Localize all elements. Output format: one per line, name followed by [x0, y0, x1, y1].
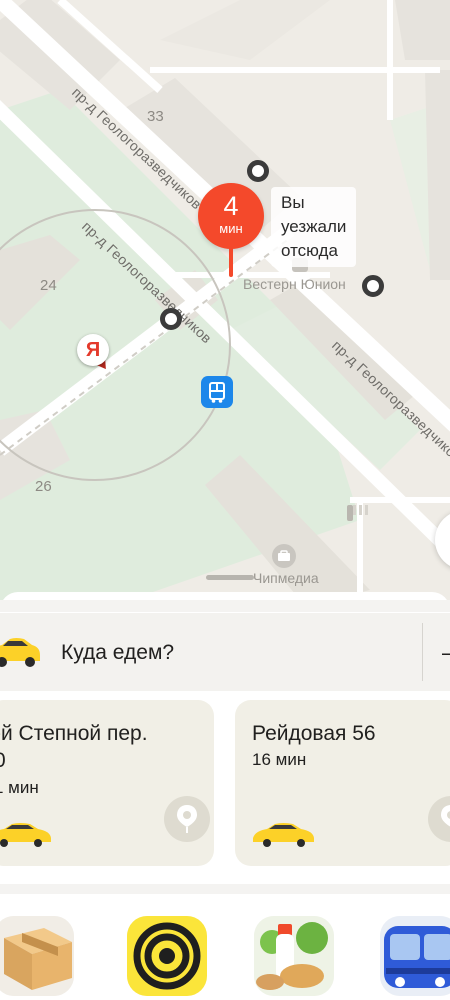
- delivery-box-icon: [0, 916, 74, 996]
- bus-icon: [380, 916, 450, 996]
- eta-pin[interactable]: 4 мин: [198, 183, 264, 279]
- taxi-car-icon: [0, 638, 40, 667]
- where-to-extra[interactable]: —: [442, 640, 450, 666]
- building-number: 24: [40, 277, 57, 294]
- where-to-divider: [422, 623, 423, 681]
- yandex-marker[interactable]: Я: [77, 334, 111, 373]
- destination-title-line: Рейдовая 56: [252, 722, 376, 745]
- eta-value: 4: [223, 191, 239, 221]
- destination-card[interactable]: Рейдовая 56 16 мин: [235, 700, 450, 866]
- bus-stop-icon[interactable]: [201, 376, 233, 408]
- destination-time: 16 мин: [252, 750, 307, 769]
- stop-point[interactable]: [160, 308, 182, 330]
- service-spiral[interactable]: [127, 916, 207, 996]
- sheet-gap: [0, 600, 450, 612]
- building-number: 33: [147, 108, 164, 125]
- eta-bubble: 4 мин: [198, 183, 264, 249]
- map-base: [0, 0, 450, 600]
- previous-departure-line: уезжали: [281, 217, 347, 236]
- destination-card[interactable]: -й Степной пер. 0 1 мин: [0, 700, 214, 866]
- sheet-drag-handle[interactable]: [206, 575, 254, 580]
- destination-title: -й Степной пер. 0: [0, 720, 148, 774]
- service-groceries[interactable]: [254, 916, 334, 996]
- place-pin-icon: [428, 796, 450, 842]
- service-transport[interactable]: [380, 916, 450, 996]
- yandex-logo-icon: Я: [77, 334, 109, 366]
- briefcase-icon: [272, 544, 296, 568]
- previous-departure-line: Вы: [281, 193, 305, 212]
- stop-point[interactable]: [362, 275, 384, 297]
- where-to-label: Куда едем?: [61, 641, 175, 664]
- map-view[interactable]: 33 24 26 пр-д Геологоразведчиков пр-д Ге…: [0, 0, 450, 600]
- destination-title-line: 0: [0, 747, 148, 774]
- destination-time: 1 мин: [0, 778, 39, 797]
- destination-title-line: -й Степной пер.: [0, 722, 148, 745]
- stop-point[interactable]: [247, 160, 269, 182]
- previous-departure-line: отсюда: [281, 241, 338, 260]
- eta-unit: мин: [219, 221, 243, 236]
- pedestrian-icon: [347, 505, 353, 521]
- taxi-car-icon: [0, 823, 51, 847]
- destination-title: Рейдовая 56: [252, 720, 376, 747]
- service-delivery[interactable]: [0, 916, 74, 996]
- spiral-icon: [127, 916, 207, 996]
- taxi-car-icon: [253, 823, 314, 847]
- groceries-icon: [254, 916, 334, 996]
- eta-stem: [229, 247, 233, 277]
- building-number: 26: [35, 478, 52, 495]
- section-separator: [0, 884, 450, 894]
- poi-chipmedia[interactable]: Чипмедиа: [253, 570, 319, 586]
- where-to-row[interactable]: Куда едем? —: [0, 613, 450, 691]
- place-pin-icon: [164, 796, 210, 842]
- previous-departure-label: Вы уезжали отсюда: [271, 187, 357, 267]
- app: 33 24 26 пр-д Геологоразведчиков пр-д Ге…: [0, 0, 450, 1000]
